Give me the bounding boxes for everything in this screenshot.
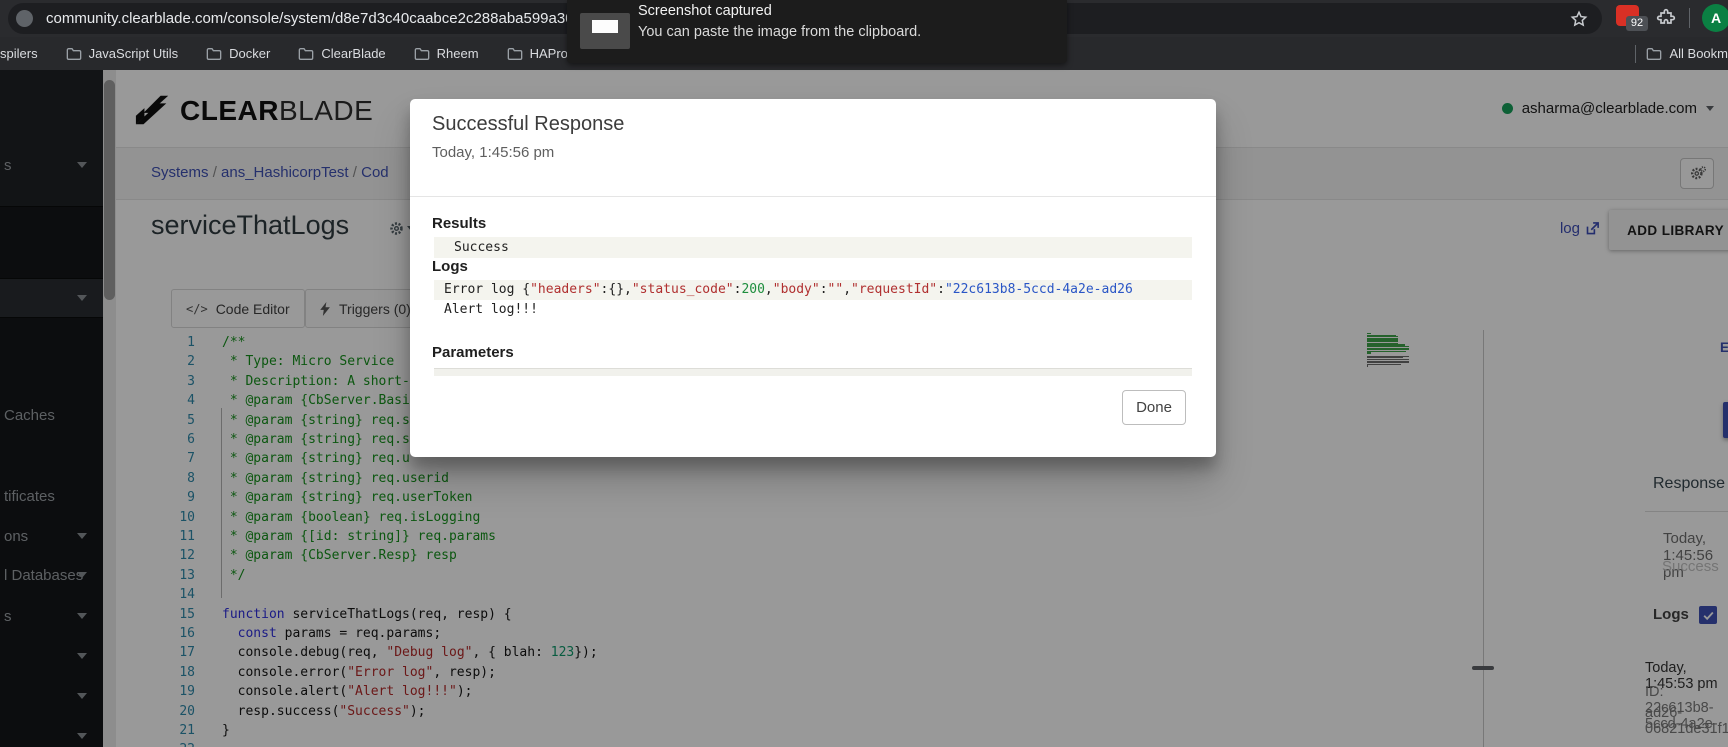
- url-text: community.clearblade.com/console/system/…: [46, 10, 639, 27]
- all-bookmarks[interactable]: All Bookm: [1646, 46, 1728, 61]
- code-segment: :: [820, 282, 828, 297]
- code-segment: "status_code": [632, 282, 734, 297]
- extension-badge: 92: [1626, 16, 1648, 31]
- done-button[interactable]: Done: [1122, 390, 1186, 425]
- toolbar-divider: [1689, 8, 1690, 28]
- notification-body: You can paste the image from the clipboa…: [638, 24, 921, 40]
- logs-heading: Logs: [432, 258, 468, 275]
- results-value: Success: [434, 237, 1192, 258]
- bookmark-item[interactable]: Docker: [206, 46, 270, 61]
- code-segment: ,: [843, 282, 851, 297]
- log-line: Alert log!!!: [434, 300, 1192, 320]
- parameters-box: [434, 368, 1192, 376]
- site-info-icon[interactable]: [16, 10, 33, 27]
- dialog-divider: [410, 196, 1216, 197]
- dialog-timestamp: Today, 1:45:56 pm: [432, 144, 554, 161]
- folder-icon: [414, 47, 430, 61]
- code-segment: Error log {: [444, 282, 530, 297]
- bookmark-item[interactable]: JavaScript Utils: [66, 46, 179, 61]
- browser-profile-avatar[interactable]: A: [1702, 4, 1728, 32]
- bookmark-item[interactable]: Rheem: [414, 46, 479, 61]
- folder-icon: [1646, 47, 1662, 61]
- code-segment: ,: [765, 282, 773, 297]
- code-segment: "22c613b8-5ccd-4a2e-ad26: [945, 282, 1133, 297]
- folder-icon: [507, 47, 523, 61]
- folder-icon: [298, 47, 314, 61]
- folder-icon: [66, 47, 82, 61]
- bookmark-item[interactable]: spilers: [0, 46, 38, 61]
- screen: community.clearblade.com/console/system/…: [0, 0, 1728, 747]
- code-segment: 200: [741, 282, 764, 297]
- successful-response-dialog: Successful Response Today, 1:45:56 pm Re…: [410, 99, 1216, 457]
- bookmarks-list: spilers JavaScript Utils Docker ClearBlade R…: [0, 37, 568, 70]
- notification-title: Screenshot captured: [638, 3, 772, 19]
- results-heading: Results: [432, 215, 486, 232]
- screenshot-notification[interactable]: Screenshot captured You can paste the im…: [567, 0, 1067, 63]
- code-segment: Alert log!!!: [444, 302, 538, 317]
- dialog-title: Successful Response: [432, 113, 624, 136]
- screenshot-thumbnail: [580, 13, 630, 49]
- folder-icon: [206, 47, 222, 61]
- bookmarks-divider: [1635, 45, 1636, 63]
- code-segment: :: [937, 282, 945, 297]
- bookmarks-bar-right: All Bookm: [1635, 37, 1728, 70]
- bookmark-item[interactable]: HAPro: [507, 46, 568, 61]
- code-segment: "body": [773, 282, 820, 297]
- bookmark-item[interactable]: ClearBlade: [298, 46, 385, 61]
- code-segment: "": [828, 282, 844, 297]
- extensions-puzzle-icon[interactable]: [1656, 8, 1676, 28]
- bookmark-star-icon[interactable]: [1570, 10, 1588, 28]
- code-segment: "headers": [530, 282, 600, 297]
- code-segment: :{},: [601, 282, 632, 297]
- logs-output: Error log {"headers":{},"status_code": 20…: [434, 280, 1192, 320]
- log-line: Error log {"headers":{},"status_code": 20…: [434, 280, 1192, 300]
- parameters-heading: Parameters: [432, 344, 514, 361]
- code-segment: "requestId": [851, 282, 937, 297]
